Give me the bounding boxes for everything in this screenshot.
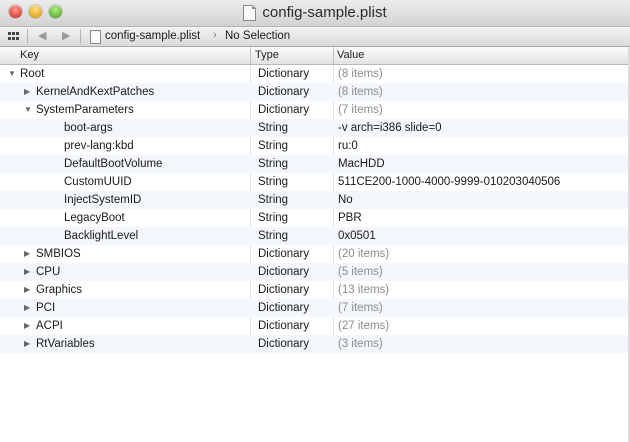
row-type[interactable]: String [258,191,288,209]
disclosure-collapsed-icon[interactable]: ▶ [24,281,34,299]
row-value[interactable]: -v arch=i386 slide=0 [338,119,442,137]
file-document-icon [90,30,101,44]
row-value[interactable]: (8 items) [338,83,383,101]
nav-separator [27,29,28,44]
row-type[interactable]: String [258,209,288,227]
back-arrow-icon[interactable]: ◀ [38,28,46,45]
forward-arrow-icon[interactable]: ▶ [62,28,70,45]
row-value[interactable]: 511CE200-1000-4000-9999-010203040506 [338,173,560,191]
column-header-value[interactable]: Value [337,49,364,61]
plist-row[interactable]: ▶ SMBIOS Dictionary (20 items) [0,245,630,263]
column-header-type[interactable]: Type [255,49,279,61]
row-key[interactable]: RtVariables [36,335,95,353]
row-key[interactable]: CustomUUID [64,173,132,191]
row-type[interactable]: Dictionary [258,65,309,83]
plist-row[interactable]: ▶ CPU Dictionary (5 items) [0,263,630,281]
plist-row[interactable]: ▶ PCI Dictionary (7 items) [0,299,630,317]
nav-separator [80,29,81,44]
row-key[interactable]: BacklightLevel [64,227,138,245]
row-value[interactable]: No [338,191,353,209]
row-value[interactable]: MacHDD [338,155,385,173]
row-value[interactable]: (5 items) [338,263,383,281]
plist-row[interactable]: prev-lang:kbd String ru:0 [0,137,630,155]
disclosure-collapsed-icon[interactable]: ▶ [24,83,34,101]
plist-row[interactable]: InjectSystemID String No [0,191,630,209]
plist-row[interactable]: ▶ Graphics Dictionary (13 items) [0,281,630,299]
breadcrumb-selection[interactable]: No Selection [225,30,290,42]
plist-row[interactable]: ▶ KernelAndKextPatches Dictionary (8 items) [0,83,630,101]
row-key[interactable]: KernelAndKextPatches [36,83,154,101]
plist-row[interactable]: LegacyBoot String PBR [0,209,630,227]
row-type[interactable]: Dictionary [258,335,309,353]
related-items-grid-icon[interactable] [8,32,19,41]
column-divider[interactable] [250,47,251,64]
row-key[interactable]: Graphics [36,281,82,299]
plist-row[interactable]: CustomUUID String 511CE200-1000-4000-9999-… [0,173,630,191]
plist-row[interactable]: ▶ ACPI Dictionary (27 items) [0,317,630,335]
column-header: Key Type Value [0,47,630,65]
row-type[interactable]: String [258,173,288,191]
disclosure-collapsed-icon[interactable]: ▶ [24,335,34,353]
row-key[interactable]: SystemParameters [36,101,134,119]
disclosure-collapsed-icon[interactable]: ▶ [24,317,34,335]
column-divider[interactable] [333,47,334,64]
row-type[interactable]: Dictionary [258,281,309,299]
disclosure-expanded-icon[interactable]: ▼ [8,65,18,83]
row-value[interactable]: (3 items) [338,335,383,353]
row-value[interactable]: (8 items) [338,65,383,83]
disclosure-collapsed-icon[interactable]: ▶ [24,263,34,281]
row-value[interactable]: ru:0 [338,137,358,155]
row-type[interactable]: Dictionary [258,83,309,101]
plist-outline: ▼ Root Dictionary (8 items) ▶ KernelAndKextPa… [0,65,630,353]
row-type[interactable]: Dictionary [258,245,309,263]
breadcrumb-file[interactable]: config-sample.plist [105,30,200,42]
row-key[interactable]: SMBIOS [36,245,81,263]
row-value[interactable]: 0x0501 [338,227,376,245]
plist-row[interactable]: DefaultBootVolume String MacHDD [0,155,630,173]
title-bar[interactable]: config-sample.plist [0,0,630,27]
row-type[interactable]: String [258,137,288,155]
row-type[interactable]: Dictionary [258,263,309,281]
plist-row[interactable]: ▼ SystemParameters Dictionary (7 items) [0,101,630,119]
row-key[interactable]: InjectSystemID [64,191,141,209]
row-value[interactable]: (7 items) [338,101,383,119]
row-key[interactable]: PCI [36,299,55,317]
disclosure-collapsed-icon[interactable]: ▶ [24,299,34,317]
plist-row[interactable]: ▶ RtVariables Dictionary (3 items) [0,335,630,353]
plist-editor-window: config-sample.plist ◀ ▶ config-sample.pl… [0,0,630,442]
window-title: config-sample.plist [262,4,387,21]
row-type[interactable]: String [258,155,288,173]
row-value[interactable]: (27 items) [338,317,389,335]
document-icon[interactable] [243,4,257,21]
row-key[interactable]: DefaultBootVolume [64,155,162,173]
row-type[interactable]: String [258,227,288,245]
row-value[interactable]: PBR [338,209,362,227]
row-type[interactable]: Dictionary [258,317,309,335]
navigation-bar: ◀ ▶ config-sample.plist › No Selection [0,27,630,47]
row-key[interactable]: ACPI [36,317,63,335]
row-key[interactable]: boot-args [64,119,113,137]
row-type[interactable]: Dictionary [258,101,309,119]
plist-row[interactable]: ▼ Root Dictionary (8 items) [0,65,630,83]
row-type[interactable]: Dictionary [258,299,309,317]
row-key[interactable]: CPU [36,263,60,281]
row-value[interactable]: (20 items) [338,245,389,263]
disclosure-expanded-icon[interactable]: ▼ [24,101,34,119]
row-key[interactable]: prev-lang:kbd [64,137,134,155]
window-title-group: config-sample.plist [0,4,630,22]
plist-row[interactable]: boot-args String -v arch=i386 slide=0 [0,119,630,137]
row-type[interactable]: String [258,119,288,137]
plist-row[interactable]: BacklightLevel String 0x0501 [0,227,630,245]
column-header-key[interactable]: Key [20,49,39,61]
row-key[interactable]: Root [20,65,44,83]
row-value[interactable]: (13 items) [338,281,389,299]
breadcrumb-chevron-icon: › [213,29,217,41]
row-value[interactable]: (7 items) [338,299,383,317]
row-key[interactable]: LegacyBoot [64,209,125,227]
disclosure-collapsed-icon[interactable]: ▶ [24,245,34,263]
